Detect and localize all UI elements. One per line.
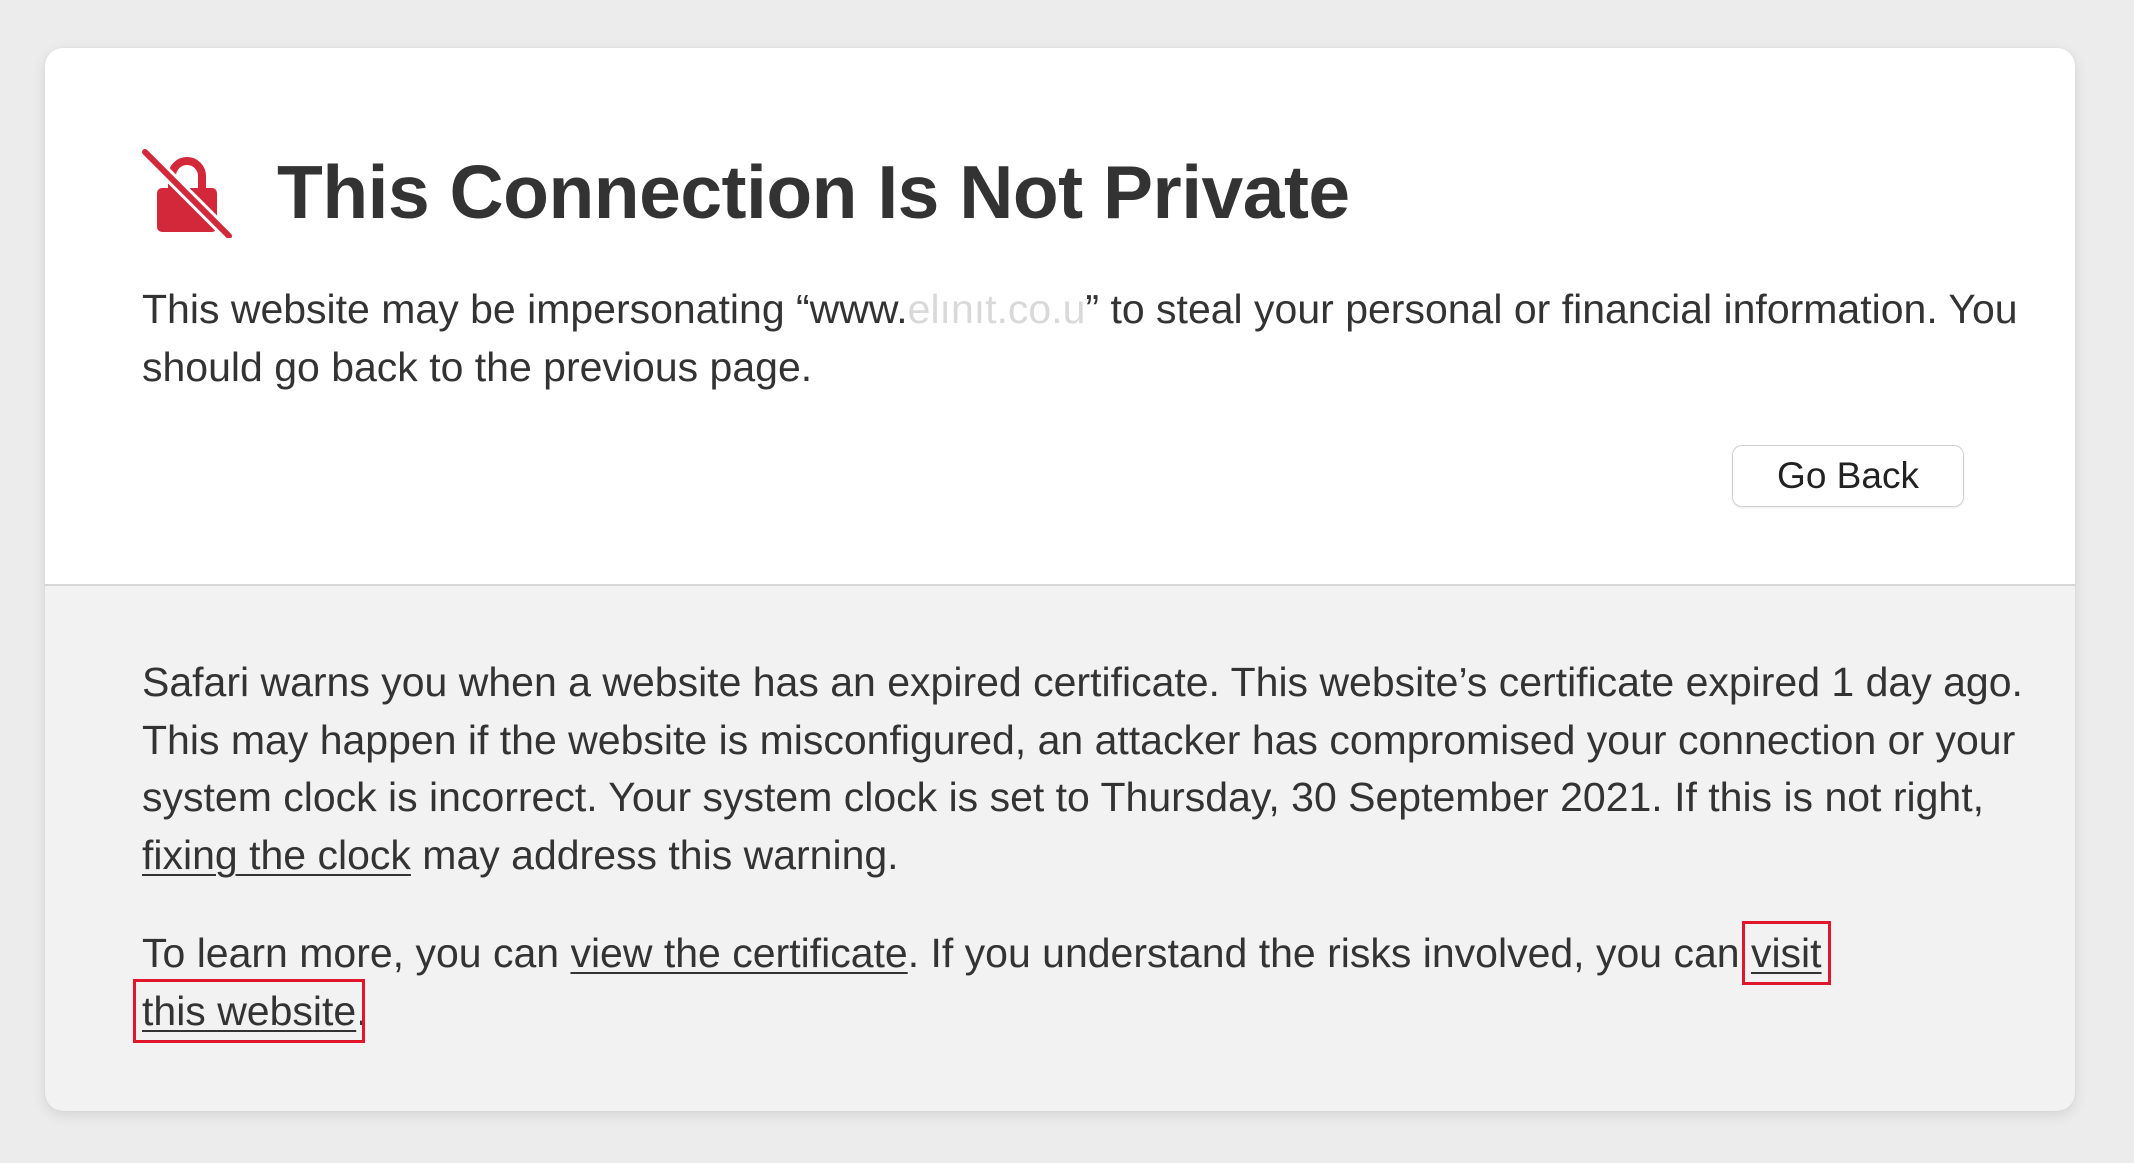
visit-website-link-continued[interactable]: this website xyxy=(132,978,366,1043)
details-section: Safari warns you when a website has an e… xyxy=(132,654,2032,1043)
go-back-button[interactable]: Go Back xyxy=(1732,445,1964,507)
risks-text: . If you understand the risks involved, … xyxy=(907,930,1751,976)
certificate-explanation: Safari warns you when a website has an e… xyxy=(142,654,2032,884)
visit-website-link[interactable]: visit xyxy=(1742,921,1831,985)
warning-message: This website may be impersonating “www.e… xyxy=(142,280,2022,396)
learn-more-paragraph: To learn more, you can view the certific… xyxy=(132,921,2032,1043)
fix-clock-link[interactable]: fixing the clock xyxy=(142,832,411,878)
view-certificate-link[interactable]: view the certificate xyxy=(570,930,907,976)
warning-text-start: This website may be impersonating “www. xyxy=(142,286,908,332)
warning-section: This Connection Is Not Private This webs… xyxy=(45,48,2075,586)
error-header: This Connection Is Not Private xyxy=(141,146,1350,238)
learn-more-text: To learn more, you can xyxy=(142,930,571,976)
page-title: This Connection Is Not Private xyxy=(277,150,1350,234)
learn-more-end: . xyxy=(356,987,368,1034)
broken-lock-icon xyxy=(141,146,233,238)
obscured-domain: elınıt.co.u xyxy=(907,286,1086,332)
explanation-text: Safari warns you when a website has an e… xyxy=(142,659,2023,820)
error-card: This Connection Is Not Private This webs… xyxy=(45,48,2075,1111)
explanation-end: may address this warning. xyxy=(410,831,899,878)
